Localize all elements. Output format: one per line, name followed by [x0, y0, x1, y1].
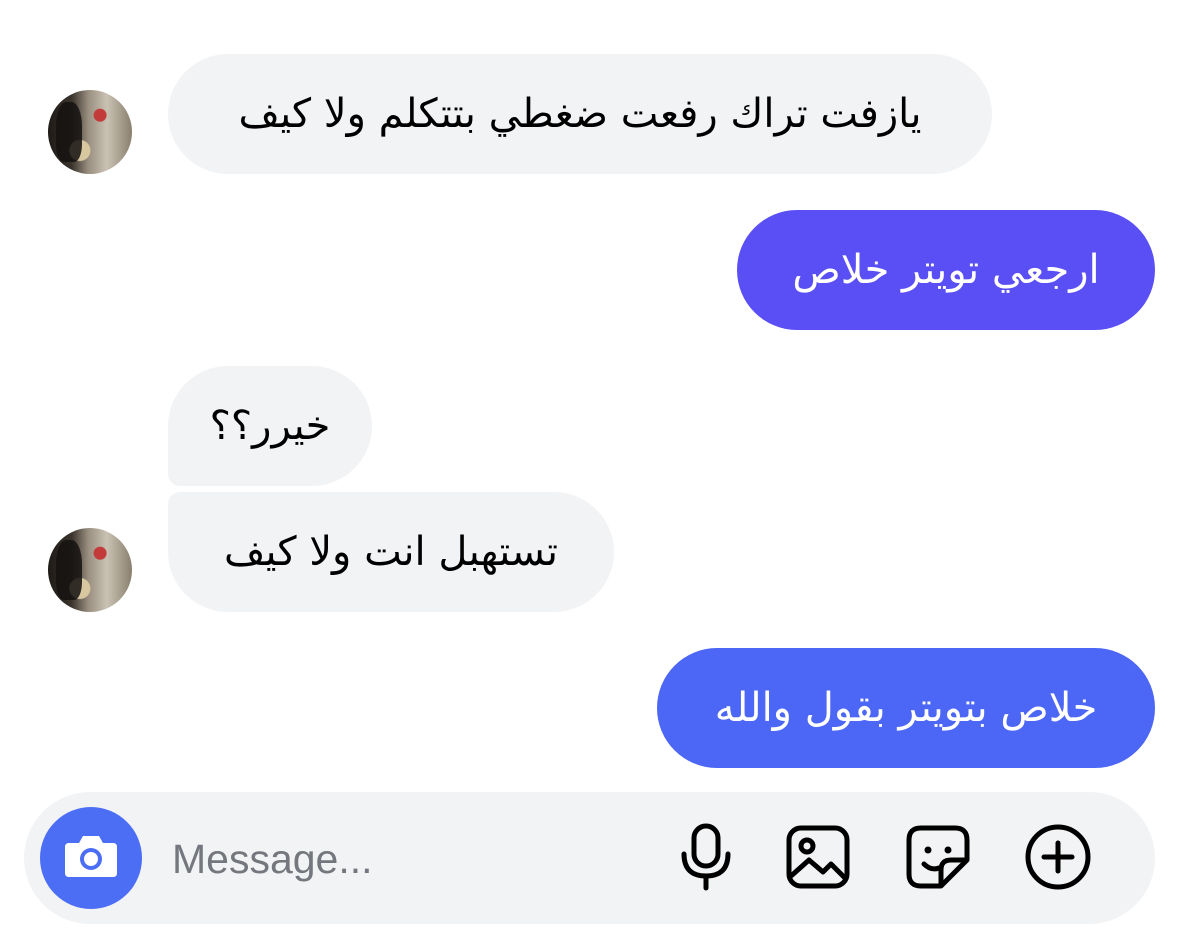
image-icon [785, 824, 851, 894]
outgoing-message-bubble[interactable]: ارجعي تويتر خلاص [737, 210, 1155, 330]
contact-avatar[interactable] [48, 528, 132, 612]
microphone-button[interactable] [670, 823, 742, 895]
message-input[interactable] [170, 828, 634, 890]
sticker-button[interactable] [902, 823, 974, 895]
more-button[interactable] [1022, 823, 1094, 895]
message-text: تستهبل انت ولا كيف [224, 529, 559, 575]
outgoing-message-bubble[interactable]: خلاص بتويتر بقول والله [657, 648, 1155, 768]
incoming-message-bubble[interactable]: خيرر؟؟ [168, 366, 372, 486]
message-text: خيرر؟؟ [209, 403, 331, 449]
incoming-message-bubble[interactable]: يازفت تراك رفعت ضغطي بتتكلم ولا كيف [168, 54, 992, 174]
sticker-icon [905, 824, 971, 894]
microphone-icon [676, 822, 736, 896]
chat-thread: يازفت تراك رفعت ضغطي بتتكلم ولا كيف ارجع… [0, 0, 1179, 940]
message-composer [24, 792, 1155, 924]
message-text: ارجعي تويتر خلاص [792, 247, 1100, 293]
contact-avatar[interactable] [48, 90, 132, 174]
message-text: يازفت تراك رفعت ضغطي بتتكلم ولا كيف [238, 91, 922, 137]
incoming-message-bubble[interactable]: تستهبل انت ولا كيف [168, 492, 614, 612]
camera-button[interactable] [40, 807, 142, 909]
plus-icon [1024, 823, 1092, 895]
gallery-button[interactable] [782, 823, 854, 895]
camera-icon [63, 833, 119, 883]
message-text: خلاص بتويتر بقول والله [714, 685, 1098, 731]
